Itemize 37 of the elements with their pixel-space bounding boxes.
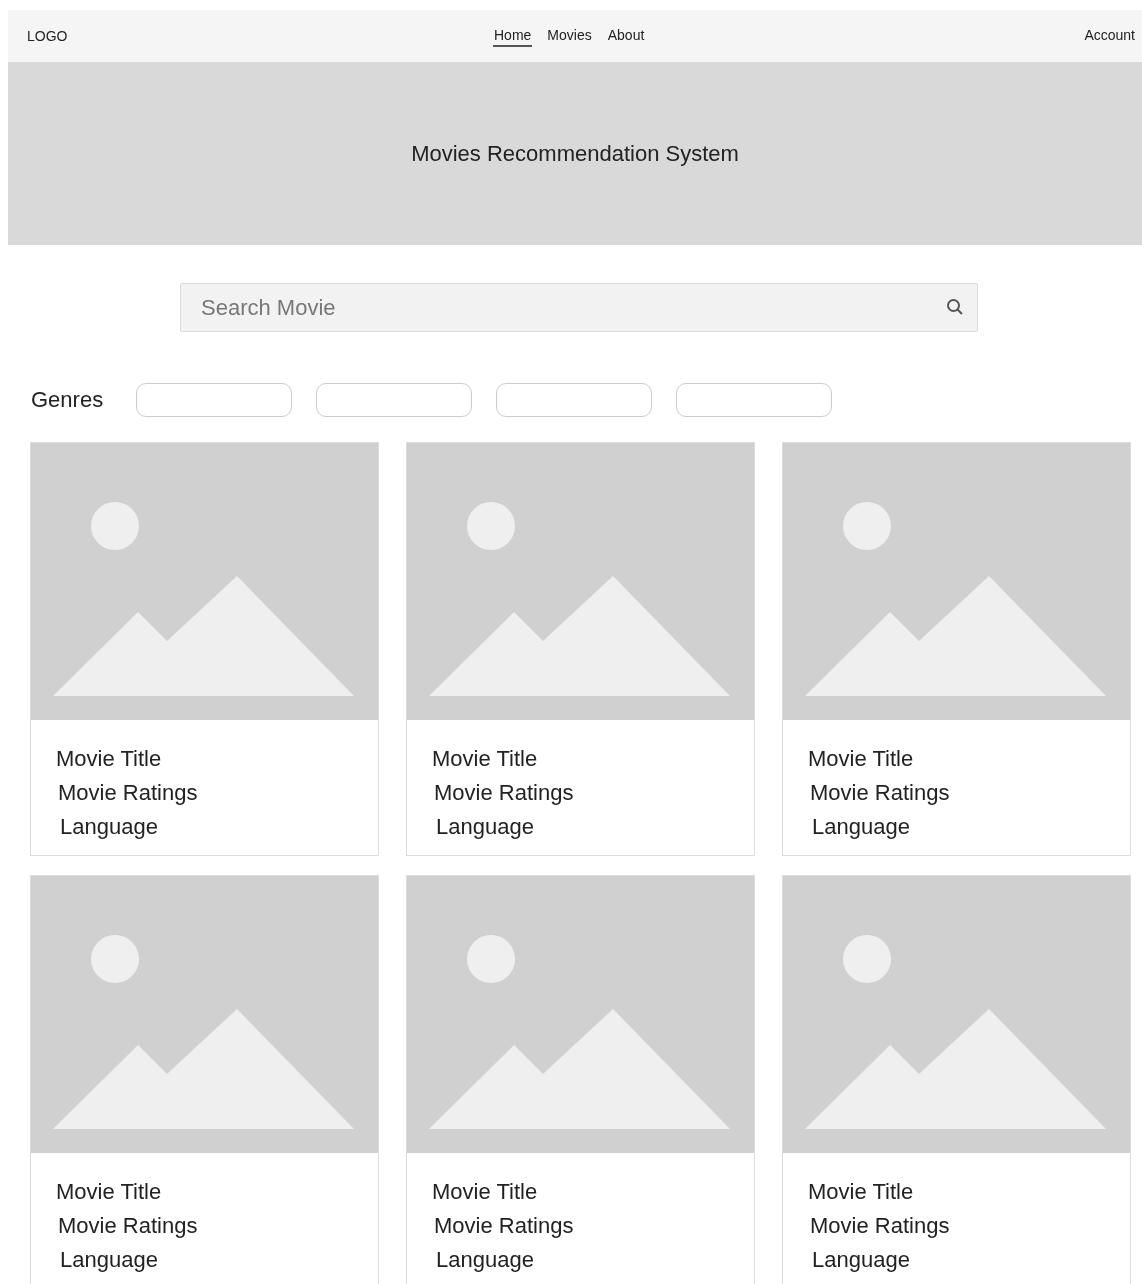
movie-card[interactable]: Movie Title Movie Ratings Language (782, 875, 1131, 1284)
nav-link[interactable]: Home (493, 25, 533, 47)
movie-ratings: Movie Ratings (58, 779, 198, 807)
movie-ratings: Movie Ratings (810, 1212, 950, 1240)
movie-ratings: Movie Ratings (434, 1212, 574, 1240)
hero-title: Movies Recommendation System (411, 140, 739, 167)
movie-title: Movie Title (56, 1178, 162, 1206)
genre-chip[interactable] (676, 383, 833, 417)
movie-title: Movie Title (432, 745, 538, 773)
movie-language: Language (436, 1246, 534, 1274)
movie-card[interactable]: Movie Title Movie Ratings Language (406, 875, 755, 1284)
genre-chip[interactable] (316, 383, 473, 417)
account-link[interactable]: Account (1083, 25, 1136, 47)
movie-title: Movie Title (808, 745, 914, 773)
movie-title: Movie Title (432, 1178, 538, 1206)
movie-language: Language (60, 1246, 158, 1274)
movie-ratings: Movie Ratings (434, 779, 574, 807)
nav-link[interactable]: About (606, 25, 646, 47)
movie-title: Movie Title (808, 1178, 914, 1206)
movie-ratings: Movie Ratings (58, 1212, 198, 1240)
genre-chip[interactable] (496, 383, 653, 417)
movie-card[interactable]: Movie Title Movie Ratings Language (30, 875, 379, 1284)
movie-language: Language (812, 1246, 910, 1274)
logo: LOGO (27, 28, 68, 44)
genres-label: Genres (31, 387, 104, 413)
movie-language: Language (436, 813, 534, 841)
movie-card[interactable]: Movie Title Movie Ratings Language (782, 442, 1131, 856)
movie-title: Movie Title (56, 745, 162, 773)
nav-link[interactable]: Movies (546, 25, 593, 47)
movie-card[interactable]: Movie Title Movie Ratings Language (406, 442, 755, 856)
genre-chip[interactable] (136, 383, 293, 417)
movie-card[interactable]: Movie Title Movie Ratings Language (30, 442, 379, 856)
search-field[interactable]: Search Movie (180, 283, 978, 332)
movie-language: Language (60, 813, 158, 841)
movie-language: Language (812, 813, 910, 841)
search-icon[interactable] (946, 298, 964, 316)
movie-ratings: Movie Ratings (810, 779, 950, 807)
